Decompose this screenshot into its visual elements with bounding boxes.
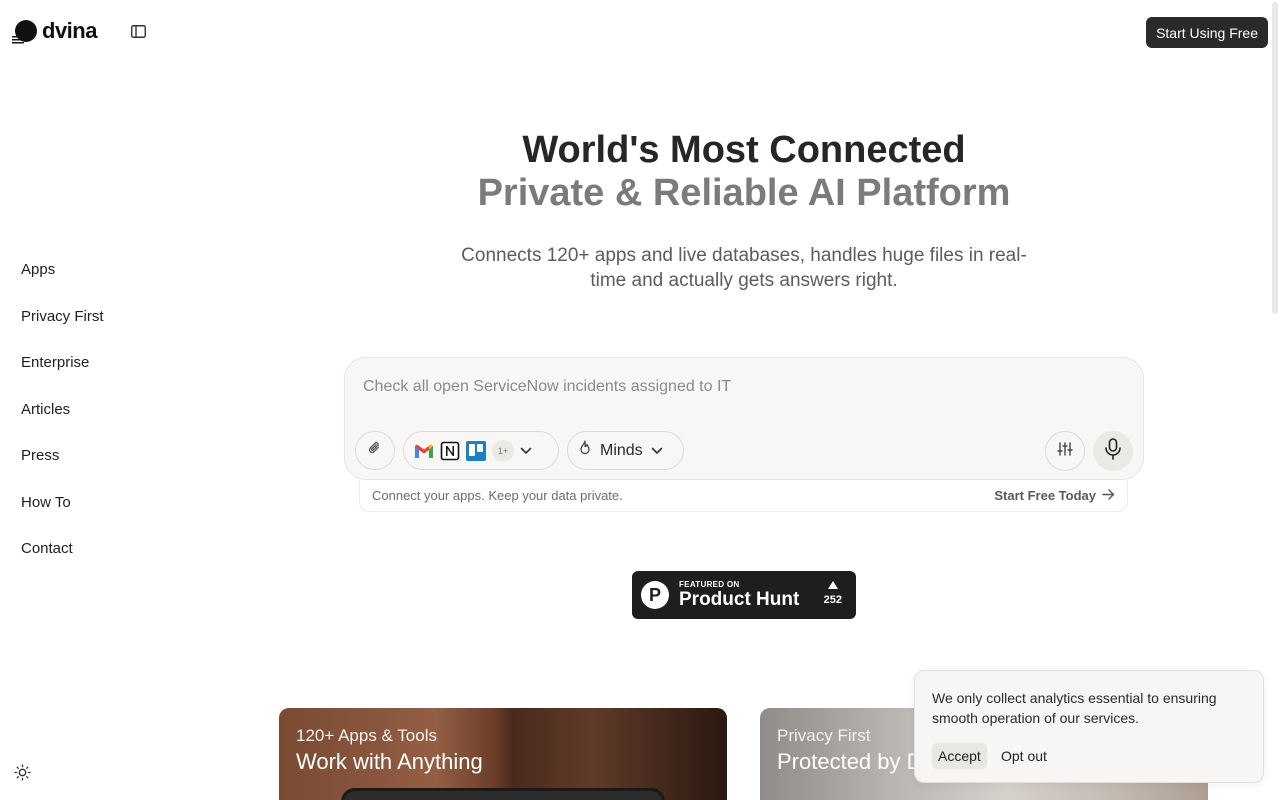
composer-footer: Connect your apps. Keep your data privat…	[359, 480, 1128, 512]
paperclip-icon	[367, 440, 383, 461]
logo-mark-icon	[12, 19, 37, 44]
notion-icon	[440, 441, 460, 461]
hero-title-line2: Private & Reliable AI Platform	[477, 172, 1011, 214]
start-free-today-label: Start Free Today	[994, 488, 1096, 503]
voice-input-button[interactable]	[1093, 431, 1133, 471]
sidebar-item-apps[interactable]: Apps	[21, 260, 104, 307]
sidebar-item-how-to[interactable]: How To	[21, 493, 104, 540]
chevron-down-icon	[520, 442, 532, 460]
upvote-icon	[827, 581, 838, 589]
hero-title-line1: World's Most Connected	[522, 129, 966, 171]
cookie-banner: We only collect analytics essential to e…	[914, 670, 1264, 783]
sidebar-item-privacy-first[interactable]: Privacy First	[21, 307, 104, 354]
product-hunt-icon: P	[641, 581, 669, 609]
sidebar-item-enterprise[interactable]: Enterprise	[21, 353, 104, 400]
cookie-accept-button[interactable]: Accept	[932, 743, 987, 769]
attach-button[interactable]	[355, 431, 395, 470]
sliders-icon	[1057, 441, 1073, 462]
composer-footer-note: Connect your apps. Keep your data privat…	[372, 488, 623, 503]
product-hunt-name: Product Hunt	[679, 589, 800, 610]
sun-icon[interactable]	[14, 764, 31, 781]
product-hunt-votes: 252	[824, 579, 842, 606]
feature-card-title: Work with Anything	[296, 749, 483, 774]
app-selector-button[interactable]: 1+	[403, 431, 559, 470]
gmail-icon	[414, 441, 434, 461]
product-hunt-featured-label: FEATURED ON	[679, 580, 740, 589]
minds-label: Minds	[600, 441, 643, 459]
settings-button[interactable]	[1045, 431, 1085, 471]
apps-more-count: 1+	[492, 439, 514, 462]
page-scrollbar[interactable]	[1272, 2, 1278, 314]
cookie-optout-button[interactable]: Opt out	[1001, 743, 1047, 769]
minds-selector-button[interactable]: Minds	[567, 431, 684, 470]
start-using-free-button[interactable]: Start Using Free	[1146, 17, 1268, 48]
microphone-icon	[1104, 437, 1122, 465]
logo[interactable]: dvina	[12, 18, 97, 44]
arrow-right-icon	[1102, 488, 1115, 503]
cookie-banner-text: We only collect analytics essential to e…	[932, 690, 1217, 726]
start-free-today-link[interactable]: Start Free Today	[994, 488, 1115, 503]
sidebar-nav: Apps Privacy First Enterprise Articles P…	[21, 260, 104, 586]
product-hunt-badge[interactable]: P FEATURED ON Product Hunt 252	[632, 571, 856, 619]
product-hunt-vote-count: 252	[823, 594, 842, 606]
chevron-down-icon	[651, 442, 663, 460]
feature-card-label: 120+ Apps & Tools	[296, 726, 437, 745]
sidebar-item-articles[interactable]: Articles	[21, 400, 104, 447]
laptop-image	[341, 788, 665, 800]
trello-icon	[466, 440, 486, 461]
prompt-input[interactable]	[363, 378, 1063, 396]
feature-card-title: Protected by D	[777, 749, 923, 774]
hero-subtitle: Connects 120+ apps and live databases, h…	[461, 245, 1027, 291]
feature-card-label: Privacy First	[777, 726, 871, 745]
prompt-composer: 1+ Minds	[344, 357, 1144, 480]
sidebar-item-contact[interactable]: Contact	[21, 539, 104, 586]
logo-text: dvina	[42, 18, 97, 43]
sidebar-item-press[interactable]: Press	[21, 446, 104, 493]
feature-card-apps[interactable]: 120+ Apps & Tools Work with Anything	[279, 708, 727, 800]
sidebar-toggle-icon[interactable]	[131, 25, 146, 38]
flame-icon	[578, 440, 592, 461]
